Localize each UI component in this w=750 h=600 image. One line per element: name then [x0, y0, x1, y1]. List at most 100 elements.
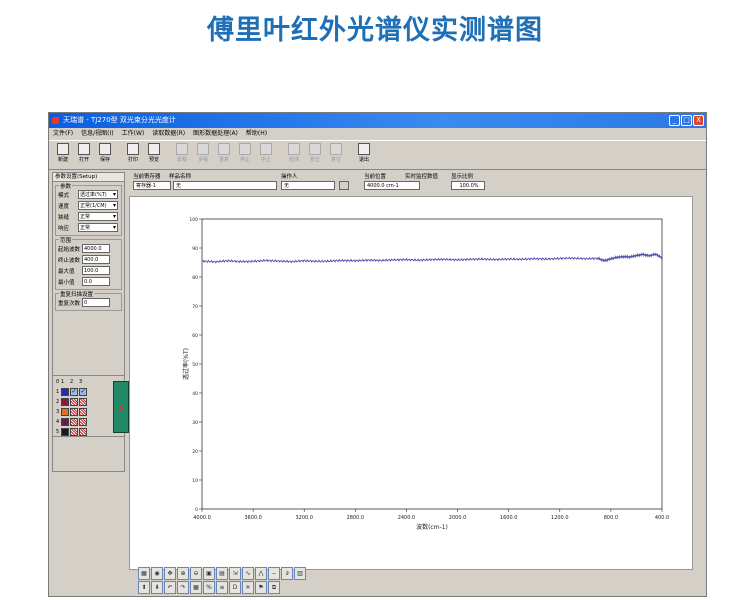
single-run-icon	[176, 143, 188, 155]
operator-more-button[interactable]	[339, 181, 349, 190]
curve-checkbox[interactable]	[70, 408, 78, 416]
curve-color-swatch[interactable]	[61, 388, 69, 396]
curve-color-swatch[interactable]	[61, 408, 69, 416]
table-icon[interactable]: ▥	[294, 567, 306, 580]
slit-select[interactable]: 正常	[78, 212, 118, 221]
full-view-icon[interactable]: ▣	[203, 567, 215, 580]
menu-help[interactable]: 帮助(H)	[246, 128, 267, 139]
menu-file[interactable]: 文件(F)	[53, 128, 73, 139]
down-arrow-icon[interactable]: ⬇	[151, 581, 163, 594]
speed-select[interactable]: 正常(1/CM)	[78, 201, 118, 210]
derivative-icon[interactable]: ∂	[281, 567, 293, 580]
menu-info-view[interactable]: 信息/视图(I)	[81, 128, 113, 139]
response-select[interactable]: 正常	[78, 223, 118, 232]
smooth-icon[interactable]: ∿	[242, 567, 254, 580]
toolbar-button-4[interactable]: 预览	[144, 141, 164, 169]
register-select[interactable]: 寄存器-1	[133, 181, 171, 190]
reset-icon	[330, 143, 342, 155]
curve-index: 5	[56, 429, 60, 435]
toolbar-button-3[interactable]: 打印	[123, 141, 143, 169]
toolbar-button-13[interactable]: 退出	[354, 141, 374, 169]
close-button[interactable]: X	[693, 115, 704, 126]
curve-header-0: 0	[56, 379, 60, 385]
mark-icon[interactable]: ⚑	[255, 581, 267, 594]
curve-index: 3	[56, 409, 60, 415]
zoom-in-icon[interactable]: ⊕	[177, 567, 189, 580]
toolbar-button-12[interactable]: 复位	[326, 141, 346, 169]
move-icon[interactable]: ✥	[164, 567, 176, 580]
zoom-out-icon[interactable]: ⊖	[190, 567, 202, 580]
toolbar-button-5[interactable]: 单程	[172, 141, 192, 169]
curve-checkbox[interactable]	[70, 428, 78, 436]
ratio-icon[interactable]: %	[203, 581, 215, 594]
operator-select[interactable]: 无	[281, 181, 335, 190]
d-icon[interactable]: D	[229, 581, 241, 594]
curve-checkbox[interactable]	[79, 398, 87, 406]
monitor-label: 实时监控数值	[405, 174, 439, 180]
export-icon[interactable]: ⇲	[229, 567, 241, 580]
plot-frame	[201, 218, 663, 510]
toolbar-button-1[interactable]: 打开	[74, 141, 94, 169]
y-tick-label: 20	[192, 449, 198, 455]
register-label: 当前寄存器	[133, 174, 161, 180]
toolbar-button-label: 检测	[288, 157, 299, 163]
copy-icon[interactable]: ⧉	[268, 581, 280, 594]
curve-color-swatch[interactable]	[61, 418, 69, 426]
grid-icon[interactable]: ▦	[138, 567, 150, 580]
toolbar-button-8[interactable]: 停止	[235, 141, 255, 169]
up-arrow-icon[interactable]: ⬆	[138, 581, 150, 594]
delete-icon[interactable]: ✕	[242, 581, 254, 594]
toolbar-button-label: 新建	[57, 157, 68, 163]
toolbar-button-2[interactable]: 保存	[95, 141, 115, 169]
min-value-field[interactable]: 0.0	[82, 277, 110, 286]
toolbar-button-10[interactable]: 检测	[284, 141, 304, 169]
crosshair-icon[interactable]: ◉	[151, 567, 163, 580]
maximize-button[interactable]: □	[681, 115, 692, 126]
list-icon[interactable]: ≡	[216, 581, 228, 594]
baseline-icon[interactable]: ⎯	[268, 567, 280, 580]
position-field: 4000.0 cm-1	[364, 181, 420, 190]
redo-icon[interactable]: ↷	[177, 581, 189, 594]
end-wavenumber-field[interactable]: 400.0	[82, 255, 110, 264]
toolbar-button-11[interactable]: 校正	[305, 141, 325, 169]
curve-checkbox[interactable]	[70, 398, 78, 406]
repeat-count-field[interactable]: 0	[82, 298, 110, 307]
curve-color-swatch[interactable]	[61, 398, 69, 406]
image-icon[interactable]: ▤	[216, 567, 228, 580]
start-wavenumber-field[interactable]: 4000.0	[82, 244, 110, 253]
curve-checkbox[interactable]	[79, 418, 87, 426]
menu-read-data[interactable]: 读取数据(R)	[152, 128, 185, 139]
curve-color-swatch[interactable]	[61, 428, 69, 436]
toolbar-button-0[interactable]: 新建	[53, 141, 73, 169]
sample-name-field[interactable]: 无	[173, 181, 277, 190]
toolbar-button-6[interactable]: 多程	[193, 141, 213, 169]
curve-checkbox[interactable]: ✓	[79, 388, 87, 396]
x-tick-label: 1200.0	[551, 515, 569, 521]
toolbar-button-label: 退出	[358, 157, 369, 163]
x-tick-label: 1600.0	[500, 515, 517, 521]
exit-icon	[358, 143, 370, 155]
curve-checkbox[interactable]	[79, 408, 87, 416]
chevron-right-icon[interactable]: ›	[113, 381, 129, 433]
x-axis-label: 波数(cm-1)	[416, 523, 448, 531]
peak-icon[interactable]: ⋀	[255, 567, 267, 580]
toolbar-button-9[interactable]: 中止	[256, 141, 276, 169]
curve-checkbox[interactable]	[79, 428, 87, 436]
curve-checkbox[interactable]	[70, 418, 78, 426]
menu-graph-data[interactable]: 图形数据处理(A)	[193, 128, 238, 139]
toolbar-button-label: 重复	[218, 157, 229, 163]
curve-checkbox[interactable]: ✓	[70, 388, 78, 396]
toolbar-button-7[interactable]: 重复	[214, 141, 234, 169]
minimize-button[interactable]: _	[669, 115, 680, 126]
spectrum-chart[interactable]: 4000.0 3600.0 3200.0 2800.0 2400.0 2000.0 1600…	[129, 196, 693, 570]
menu-work[interactable]: 工作(W)	[122, 128, 145, 139]
curve-header-2: 2	[70, 379, 74, 385]
undo-icon[interactable]: ↶	[164, 581, 176, 594]
max-value-field[interactable]: 100.0	[82, 266, 110, 275]
range-group: 范围 起始波数 4000.0 终止波数 400.0 最大值 100.0 最小值 0.0	[55, 236, 122, 290]
mode-select[interactable]: 透过率(%T)	[78, 190, 118, 199]
toolbar-button-label: 停止	[239, 157, 250, 163]
x-tick-label: 800.0	[604, 515, 618, 521]
tab-setup[interactable]: 参数设置(Setup)	[53, 173, 124, 182]
calc-icon[interactable]: ▦	[190, 581, 202, 594]
